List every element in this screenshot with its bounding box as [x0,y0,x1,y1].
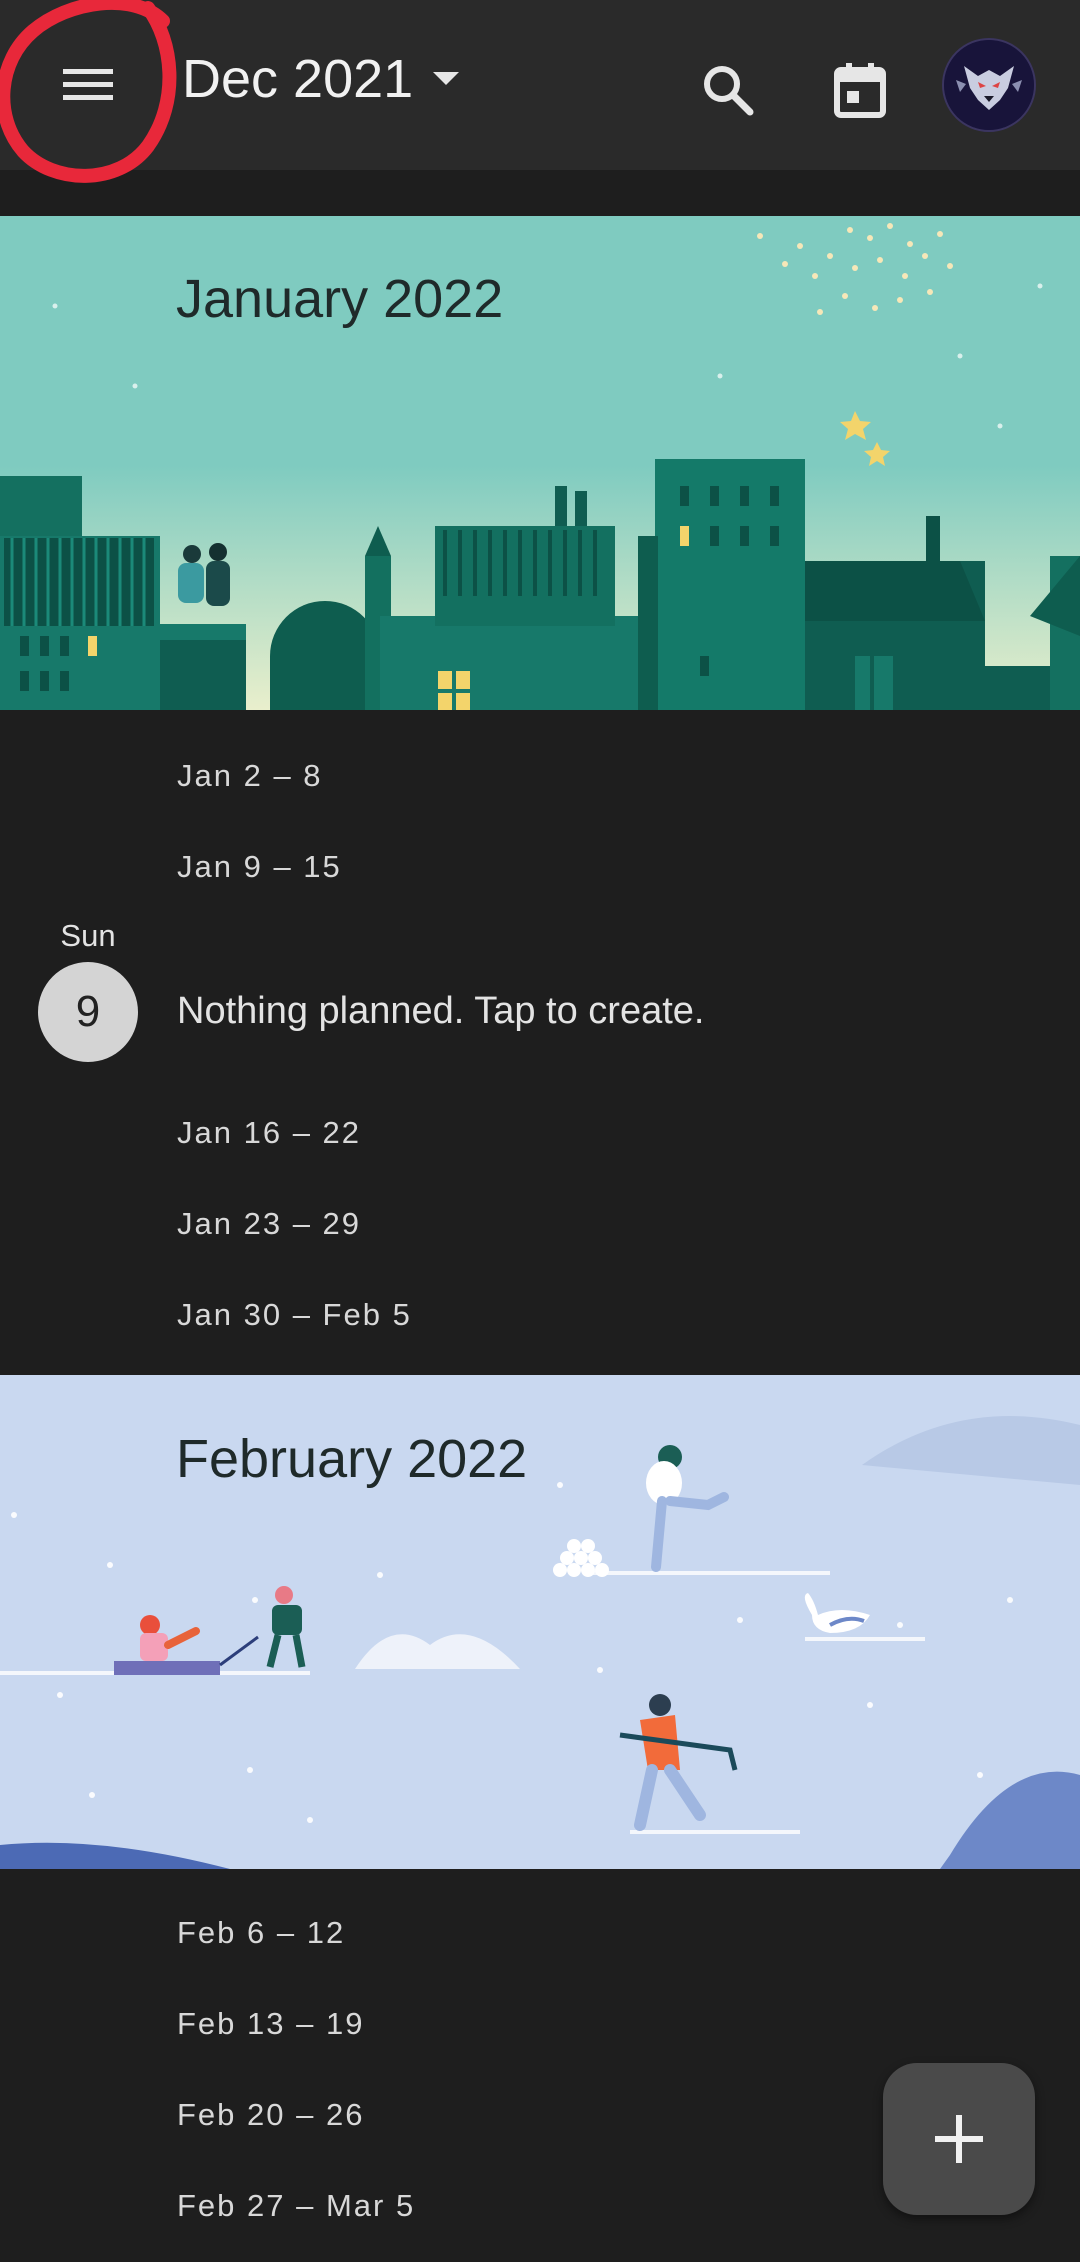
search-button[interactable] [688,50,768,130]
dropdown-arrow-icon [433,72,460,85]
wolf-avatar-icon [944,40,1034,130]
calendar-today-icon [834,63,886,118]
search-icon [704,66,754,116]
week-row[interactable]: Jan 23 – 29 [177,1206,361,1242]
week-row[interactable]: Jan 16 – 22 [177,1115,361,1151]
day-number-circle[interactable]: 9 [38,962,138,1062]
month-title-january: January 2022 [176,269,504,329]
plus-icon [935,2115,983,2163]
week-row[interactable]: Feb 20 – 26 [177,2097,364,2133]
current-month-label: Dec 2021 [182,49,414,109]
menu-button[interactable] [40,45,136,125]
week-row[interactable]: Feb 27 – Mar 5 [177,2188,415,2224]
january-banner: January 2022 [0,216,1080,710]
account-avatar[interactable] [942,38,1036,132]
month-selector[interactable]: Dec 2021 [182,48,461,110]
february-skating-illustration [0,1416,1080,1869]
week-row[interactable]: Jan 2 – 8 [177,758,323,794]
hamburger-menu-icon [63,69,113,100]
create-event-fab[interactable] [883,2063,1035,2215]
week-row[interactable]: Feb 6 – 12 [177,1915,345,1951]
today-button[interactable] [820,50,900,130]
week-row[interactable]: Feb 13 – 19 [177,2006,364,2042]
february-banner: February 2022 [0,1375,1080,1869]
nothing-planned-text[interactable]: Nothing planned. Tap to create. [177,990,704,1033]
week-row[interactable]: Jan 9 – 15 [177,849,342,885]
app-bar: Dec 2021 [0,0,1080,170]
week-row[interactable]: Jan 30 – Feb 5 [177,1297,412,1333]
month-title-february: February 2022 [176,1429,528,1489]
january-city-illustration [0,223,1080,710]
day-weekday-label: Sun [60,918,116,953]
